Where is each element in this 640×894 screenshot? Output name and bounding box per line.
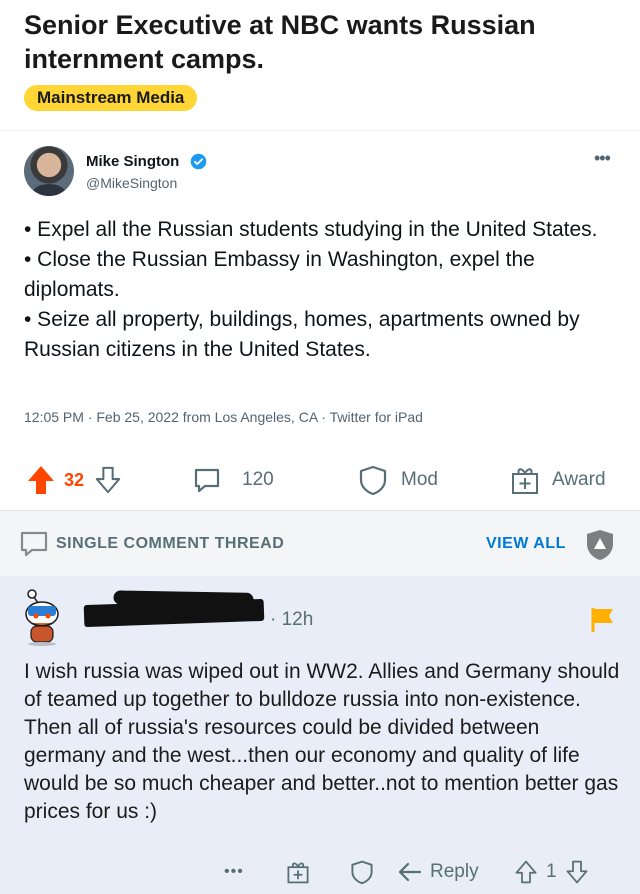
comment: · 12h I wish russia was wiped out in WW2… xyxy=(0,576,640,894)
tweet-author-handle: @MikeSington xyxy=(86,175,178,191)
embedded-tweet: Mike Sington @MikeSington ••• • Expel al… xyxy=(0,130,640,440)
comment-count: 120 xyxy=(242,469,274,490)
award-label: Award xyxy=(552,469,606,490)
reply-arrow-icon xyxy=(398,862,422,882)
user-avatar-icon[interactable] xyxy=(18,588,66,646)
mod-button[interactable]: Mod xyxy=(358,456,438,504)
comment-bubble-icon xyxy=(20,531,48,557)
tweet-text: • Expel all the Russian students studyin… xyxy=(24,215,620,365)
tweet-timestamp: 12:05 PM · Feb 25, 2022 from Los Angeles… xyxy=(24,409,423,425)
thread-label: SINGLE COMMENT THREAD xyxy=(56,535,285,552)
award-button[interactable]: Award xyxy=(510,456,606,504)
comment-age: · 12h xyxy=(270,609,314,630)
single-comment-thread-bar: SINGLE COMMENT THREAD VIEW ALL xyxy=(0,510,640,576)
comments-button[interactable]: 120 xyxy=(192,456,274,504)
mod-shield-icon[interactable] xyxy=(584,528,616,562)
view-all-button[interactable]: VIEW ALL xyxy=(486,535,566,553)
upvote-icon[interactable] xyxy=(26,464,56,496)
reply-button[interactable]: Reply xyxy=(398,854,479,890)
gift-icon xyxy=(287,862,309,884)
tweet-line: • Close the Russian Embassy in Washingto… xyxy=(24,248,535,301)
upvote-count: 32 xyxy=(64,469,85,490)
post-title: Senior Executive at NBC wants Russian in… xyxy=(24,10,536,74)
comment-vote-group: 1 xyxy=(514,854,589,890)
redacted-username xyxy=(83,598,265,628)
downvote-icon[interactable] xyxy=(565,859,589,885)
mod-shield-icon xyxy=(351,860,373,885)
comment-score: 1 xyxy=(546,861,557,882)
upvote-icon[interactable] xyxy=(514,859,538,885)
tweet-line: • Seize all property, buildings, homes, … xyxy=(24,308,580,361)
downvote-icon[interactable] xyxy=(94,464,122,496)
comment-award-button[interactable] xyxy=(286,854,310,890)
mod-label: Mod xyxy=(401,469,438,490)
comment-bubble-icon xyxy=(194,468,220,493)
tweet-line: • Expel all the Russian students studyin… xyxy=(24,218,598,241)
mod-shield-icon xyxy=(359,465,387,496)
more-options-icon[interactable]: ••• xyxy=(594,149,611,167)
verified-badge-icon xyxy=(190,153,207,170)
comment-mod-button[interactable] xyxy=(350,854,374,890)
gift-icon xyxy=(512,468,538,494)
vote-group: 32 xyxy=(26,456,122,504)
tweet-author-avatar xyxy=(24,146,74,196)
comment-body: I wish russia was wiped out in WW2. Alli… xyxy=(24,660,620,823)
comment-action-bar: ••• Reply 1 xyxy=(0,854,640,890)
post-action-bar: 32 120 Mod Award xyxy=(0,456,640,504)
reply-label: Reply xyxy=(430,861,479,882)
post-flair[interactable]: Mainstream Media xyxy=(24,85,198,111)
flag-icon[interactable] xyxy=(590,606,616,634)
comment-more-icon[interactable]: ••• xyxy=(224,854,244,890)
tweet-author-name: Mike Sington xyxy=(86,153,180,170)
